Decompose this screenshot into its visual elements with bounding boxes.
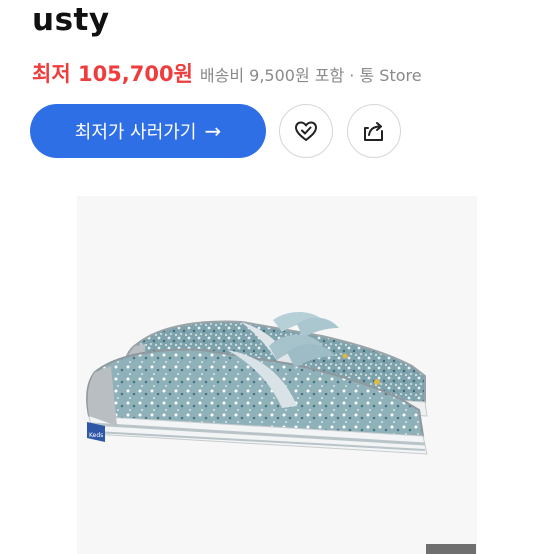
page-title: usty bbox=[32, 2, 110, 38]
image-counter-tab bbox=[426, 544, 476, 554]
buy-button-label: 최저가 사러가기 bbox=[74, 122, 197, 143]
price-row: 최저 105,700원 배송비 9,500원 포함 · 통 Store bbox=[32, 58, 422, 88]
product-image-container: Keds bbox=[77, 196, 477, 554]
brand-tag-text: Keds bbox=[89, 432, 103, 439]
wishlist-button[interactable] bbox=[279, 104, 333, 158]
glitter-sneaker-icon: Keds bbox=[86, 311, 428, 455]
arrow-right-icon: → bbox=[204, 119, 222, 143]
lowest-price: 최저 105,700원 bbox=[32, 62, 193, 86]
shipping-store-info: 배송비 9,500원 포함 · 통 Store bbox=[199, 66, 422, 85]
buy-lowest-price-button[interactable]: 최저가 사러가기 → bbox=[30, 104, 266, 158]
share-button[interactable] bbox=[347, 104, 401, 158]
share-icon bbox=[364, 122, 383, 141]
product-page: usty 최저 105,700원 배송비 9,500원 포함 · 통 Store… bbox=[0, 0, 554, 554]
heart-check-icon bbox=[295, 121, 317, 141]
